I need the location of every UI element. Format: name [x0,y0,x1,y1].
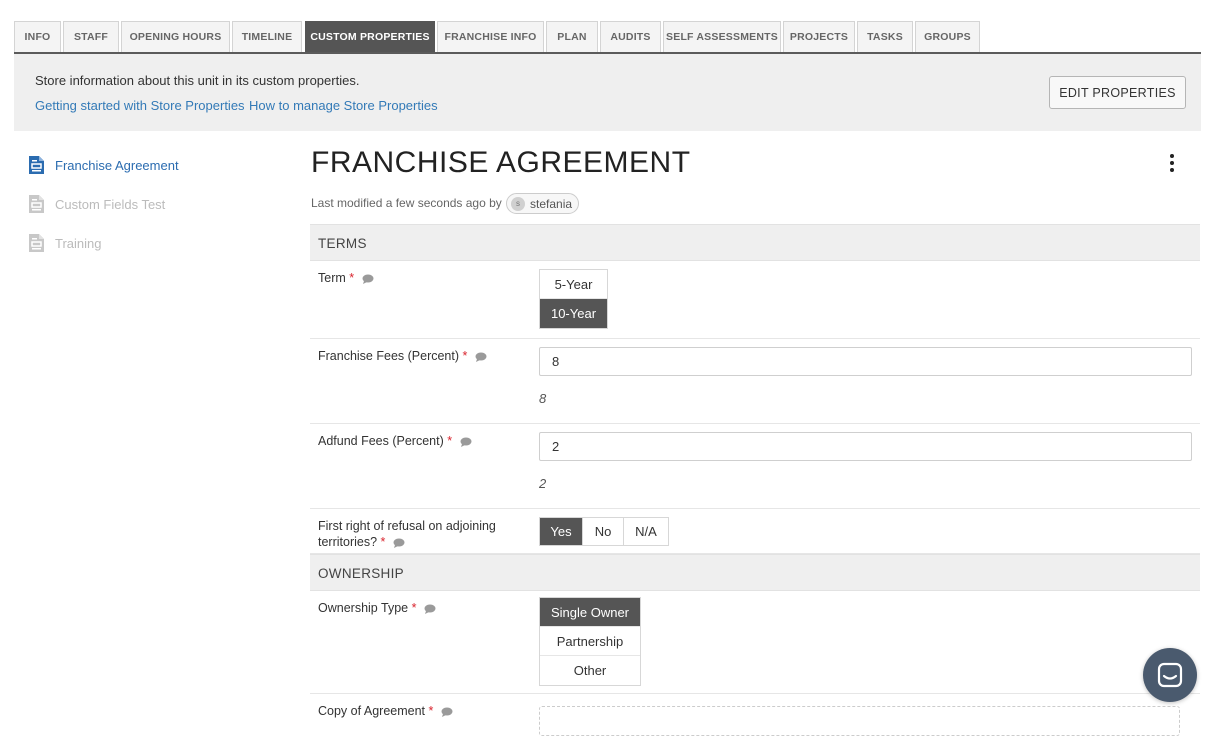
option-5-year[interactable]: 5-Year [540,270,607,299]
required-marker: * [411,601,417,615]
field-label: Adfund Fees (Percent) * [318,433,518,449]
tab-audits[interactable]: AUDITS [600,21,661,52]
field-label: First right of refusal on adjoining terr… [318,518,518,550]
section-header-ownership: OWNERSHIP [310,554,1200,591]
tab-plan[interactable]: PLAN [546,21,598,52]
comment-icon[interactable] [393,538,405,548]
sidebar-item-label: Training [55,235,102,251]
tab-info[interactable]: INFO [14,21,61,52]
comment-icon[interactable] [362,274,374,284]
field-label: Ownership Type * [318,600,518,616]
sidebar-item-custom-fields-test[interactable]: Custom Fields Test [28,193,165,215]
sidebar-item-label: Custom Fields Test [55,196,166,212]
required-marker: * [380,535,386,549]
tab-staff[interactable]: STAFF [63,21,119,52]
tab-self-assessments[interactable]: SELF ASSESSMENTS [663,21,781,52]
how-to-manage-link[interactable]: How to manage Store Properties [249,98,438,113]
comment-icon[interactable] [424,604,436,614]
chat-icon [1157,662,1183,688]
comment-icon[interactable] [460,437,472,447]
field-row-franchise-fees: Franchise Fees (Percent) * 8 [310,339,1200,424]
tab-opening-hours[interactable]: OPENING HOURS [121,21,230,52]
option-no[interactable]: No [583,518,624,545]
required-marker: * [447,434,453,448]
page-title: FRANCHISE AGREEMENT [311,146,691,179]
franchise-fees-preview: 8 [539,391,547,406]
more-options-icon[interactable] [1164,154,1180,176]
field-label: Copy of Agreement * [318,703,518,719]
chat-launcher-button[interactable] [1143,648,1197,702]
info-text: Store information about this unit in its… [35,73,360,88]
sidebar-item-training[interactable]: Training [28,232,101,254]
first-right-options: Yes No N/A [539,517,669,546]
field-label-text: Ownership Type [318,601,409,615]
tab-timeline[interactable]: TIMELINE [232,21,302,52]
edit-properties-button[interactable]: EDIT PROPERTIES [1049,76,1186,109]
option-10-year[interactable]: 10-Year [540,299,607,328]
required-marker: * [349,271,355,285]
section-title: OWNERSHIP [318,566,404,581]
comment-icon[interactable] [441,707,453,717]
tab-groups[interactable]: GROUPS [915,21,980,52]
user-name: stefania [530,196,573,211]
option-partnership[interactable]: Partnership [540,627,640,656]
last-modified-text: Last modified a few seconds ago by [311,196,502,210]
field-row-first-right: First right of refusal on adjoining terr… [310,509,1200,554]
tab-custom-properties[interactable]: CUSTOM PROPERTIES [305,21,435,52]
tab-tasks[interactable]: TASKS [857,21,913,52]
option-na[interactable]: N/A [624,518,668,545]
field-label: Franchise Fees (Percent) * [318,348,518,364]
option-yes[interactable]: Yes [540,518,583,545]
tab-franchise-info[interactable]: FRANCHISE INFO [437,21,544,52]
section-header-terms: TERMS [310,224,1200,261]
comment-icon[interactable] [475,352,487,362]
getting-started-link[interactable]: Getting started with Store Properties [35,98,245,113]
file-upload-dropzone[interactable] [539,706,1180,736]
term-options: 5-Year 10-Year [539,269,608,329]
field-label-text: Franchise Fees (Percent) [318,349,460,363]
adfund-fees-preview: 2 [539,476,547,491]
sidebar-item-label: Franchise Agreement [55,157,179,173]
field-label-text: Adfund Fees (Percent) [318,434,444,448]
document-icon [29,195,44,213]
field-row-ownership-type: Ownership Type * Single Owner Partnershi… [310,591,1200,694]
option-other[interactable]: Other [540,656,640,685]
field-label-text: First right of refusal on adjoining terr… [318,519,496,549]
option-single-owner[interactable]: Single Owner [540,598,640,627]
franchise-fees-input[interactable] [539,347,1192,376]
field-row-copy-of-agreement: Copy of Agreement * [310,694,1200,736]
section-title: TERMS [318,236,367,251]
ownership-type-options: Single Owner Partnership Other [539,597,641,686]
info-band: Store information about this unit in its… [14,54,1201,131]
sidebar-item-franchise-agreement[interactable]: Franchise Agreement [28,154,179,176]
document-icon [29,156,44,174]
field-label: Term * [318,270,518,286]
adfund-fees-input[interactable] [539,432,1192,461]
tab-bar: INFO STAFF OPENING HOURS TIMELINE CUSTOM… [14,21,1201,54]
field-row-adfund-fees: Adfund Fees (Percent) * 2 [310,424,1200,509]
document-icon [29,234,44,252]
field-label-text: Term [318,271,346,285]
avatar: s [511,196,525,211]
required-marker: * [462,349,468,363]
tab-projects[interactable]: PROJECTS [783,21,855,52]
user-chip[interactable]: s stefania [506,193,579,214]
field-row-term: Term * 5-Year 10-Year [310,261,1200,339]
